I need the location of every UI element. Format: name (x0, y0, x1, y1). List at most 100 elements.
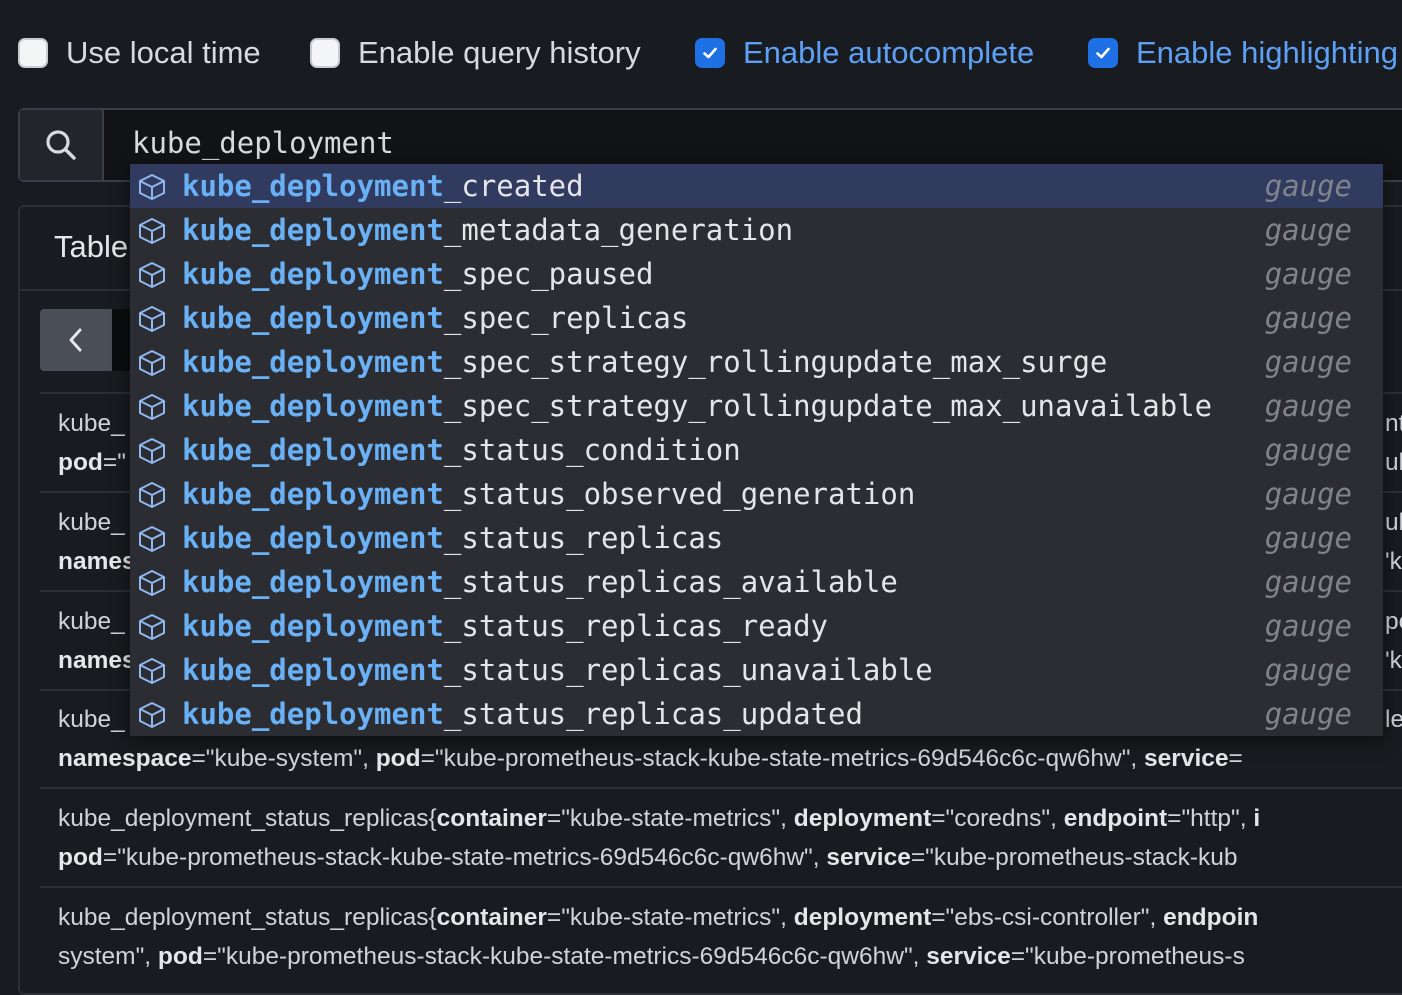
table-row: kube_deployment_status_replicas{containe… (58, 805, 1261, 871)
autocomplete-suffix: _status_condition (443, 433, 741, 467)
autocomplete-match: kube_deployment (182, 345, 444, 379)
autocomplete-item[interactable]: kube_deployment_status_observed_generati… (130, 472, 1383, 516)
metric-cube-icon (139, 218, 165, 244)
enable-autocomplete-label[interactable]: Enable autocomplete (743, 35, 1034, 71)
metric-cube-icon (139, 482, 165, 508)
autocomplete-match: kube_deployment (182, 521, 444, 555)
row-divider (40, 787, 1402, 789)
autocomplete-match: kube_deployment (182, 565, 444, 599)
autocomplete-suffix: _status_replicas_unavailable (443, 653, 933, 687)
autocomplete-match: kube_deployment (182, 257, 444, 291)
autocomplete-item[interactable]: kube_deployment_spec_strategy_rollingupd… (130, 340, 1383, 384)
autocomplete-item-type: gauge (1264, 169, 1352, 203)
autocomplete-match: kube_deployment (182, 169, 444, 203)
autocomplete-item[interactable]: kube_deployment_status_condition gauge (130, 428, 1383, 472)
autocomplete-suffix: _status_replicas_ready (443, 609, 829, 643)
autocomplete-item-name: kube_deployment_created (182, 169, 584, 203)
autocomplete-item-name: kube_deployment_status_replicas (182, 521, 723, 555)
row-edge-text: pe'k (1385, 608, 1402, 674)
autocomplete-item[interactable]: kube_deployment_spec_replicas gauge (130, 296, 1383, 340)
use-local-time-label[interactable]: Use local time (66, 35, 261, 71)
autocomplete-match: kube_deployment (182, 609, 444, 643)
autocomplete-match: kube_deployment (182, 433, 444, 467)
autocomplete-suffix: _created (443, 169, 584, 203)
autocomplete-suffix: _metadata_generation (443, 213, 794, 247)
use-local-time-checkbox[interactable] (18, 38, 48, 68)
search-icon (46, 130, 76, 160)
autocomplete-suffix: _spec_paused (443, 257, 654, 291)
expression-input[interactable]: kube_deployment (132, 126, 394, 160)
autocomplete-item-name: kube_deployment_status_condition (182, 433, 741, 467)
metric-cube-icon (139, 614, 165, 640)
autocomplete-item[interactable]: kube_deployment_spec_strategy_rollingupd… (130, 384, 1383, 428)
autocomplete-dropdown: kube_deployment_created gauge kube_deploym… (130, 164, 1383, 736)
autocomplete-item-type: gauge (1264, 433, 1352, 467)
autocomplete-item-type: gauge (1264, 301, 1352, 335)
autocomplete-suffix: _status_replicas_available (443, 565, 898, 599)
autocomplete-item-type: gauge (1264, 609, 1352, 643)
autocomplete-item[interactable]: kube_deployment_status_replicas gauge (130, 516, 1383, 560)
autocomplete-item[interactable]: kube_deployment_status_replicas_availabl… (130, 560, 1383, 604)
autocomplete-item-name: kube_deployment_metadata_generation (182, 213, 793, 247)
enable-query-history-label[interactable]: Enable query history (358, 35, 641, 71)
metric-cube-icon (139, 658, 165, 684)
row-edge-text: le (1385, 706, 1402, 733)
autocomplete-item-type: gauge (1264, 389, 1352, 423)
enable-highlighting-option[interactable]: Enable highlighting (1088, 22, 1398, 84)
use-local-time-option[interactable]: Use local time (18, 22, 261, 84)
autocomplete-item-type: gauge (1264, 257, 1352, 291)
autocomplete-item[interactable]: kube_deployment_metadata_generation gauge (130, 208, 1383, 252)
metric-cube-icon (139, 306, 165, 332)
search-button[interactable] (20, 110, 104, 180)
enable-query-history-checkbox[interactable] (310, 38, 340, 68)
metric-cube-icon (139, 174, 165, 200)
autocomplete-item-type: gauge (1264, 477, 1352, 511)
autocomplete-match: kube_deployment (182, 477, 444, 511)
autocomplete-suffix: _status_replicas_updated (443, 697, 863, 731)
checkmark-icon (1096, 47, 1110, 59)
metric-cube-icon (139, 702, 165, 728)
autocomplete-match: kube_deployment (182, 301, 444, 335)
enable-highlighting-checkbox[interactable] (1088, 38, 1118, 68)
autocomplete-suffix: _spec_replicas (443, 301, 689, 335)
autocomplete-item-name: kube_deployment_spec_strategy_rollingupd… (182, 345, 1107, 379)
autocomplete-suffix: _status_replicas (443, 521, 724, 555)
autocomplete-item[interactable]: kube_deployment_created gauge (130, 164, 1383, 208)
tab-table[interactable]: Table (54, 229, 128, 265)
prev-time-button[interactable] (40, 309, 112, 371)
autocomplete-item[interactable]: kube_deployment_spec_paused gauge (130, 252, 1383, 296)
autocomplete-match: kube_deployment (182, 389, 444, 423)
metric-cube-icon (139, 570, 165, 596)
enable-autocomplete-option[interactable]: Enable autocomplete (695, 22, 1034, 84)
autocomplete-item-type: gauge (1264, 697, 1352, 731)
autocomplete-item-type: gauge (1264, 565, 1352, 599)
table-row: kube_deployment_status_replicas{containe… (58, 904, 1259, 970)
metric-cube-icon (139, 394, 165, 420)
autocomplete-item[interactable]: kube_deployment_status_replicas_unavaila… (130, 648, 1383, 692)
enable-query-history-option[interactable]: Enable query history (310, 22, 641, 84)
chevron-left-icon (69, 328, 82, 352)
autocomplete-item-name: kube_deployment_spec_replicas (182, 301, 688, 335)
row-divider (40, 886, 1402, 888)
autocomplete-suffix: _spec_strategy_rollingupdate_max_unavail… (443, 389, 1213, 423)
autocomplete-item-name: kube_deployment_status_replicas_unavaila… (182, 653, 933, 687)
autocomplete-item-type: gauge (1264, 213, 1352, 247)
row-edge-text: ub'k (1385, 509, 1402, 575)
enable-autocomplete-checkbox[interactable] (695, 38, 725, 68)
metric-cube-icon (139, 438, 165, 464)
autocomplete-item-name: kube_deployment_status_observed_generati… (182, 477, 915, 511)
autocomplete-item[interactable]: kube_deployment_status_replicas_ready gau… (130, 604, 1383, 648)
autocomplete-suffix: _status_observed_generation (443, 477, 916, 511)
autocomplete-suffix: _spec_strategy_rollingupdate_max_surge (443, 345, 1108, 379)
enable-highlighting-label[interactable]: Enable highlighting (1136, 35, 1398, 71)
autocomplete-item[interactable]: kube_deployment_status_replicas_updated g… (130, 692, 1383, 736)
autocomplete-match: kube_deployment (182, 653, 444, 687)
metric-cube-icon (139, 350, 165, 376)
autocomplete-item-name: kube_deployment_spec_paused (182, 257, 653, 291)
autocomplete-item-name: kube_deployment_status_replicas_availabl… (182, 565, 898, 599)
metric-cube-icon (139, 526, 165, 552)
row-edge-text: ntub (1385, 410, 1402, 476)
autocomplete-match: kube_deployment (182, 697, 444, 731)
autocomplete-item-name: kube_deployment_status_replicas_ready (182, 609, 828, 643)
autocomplete-match: kube_deployment (182, 213, 444, 247)
